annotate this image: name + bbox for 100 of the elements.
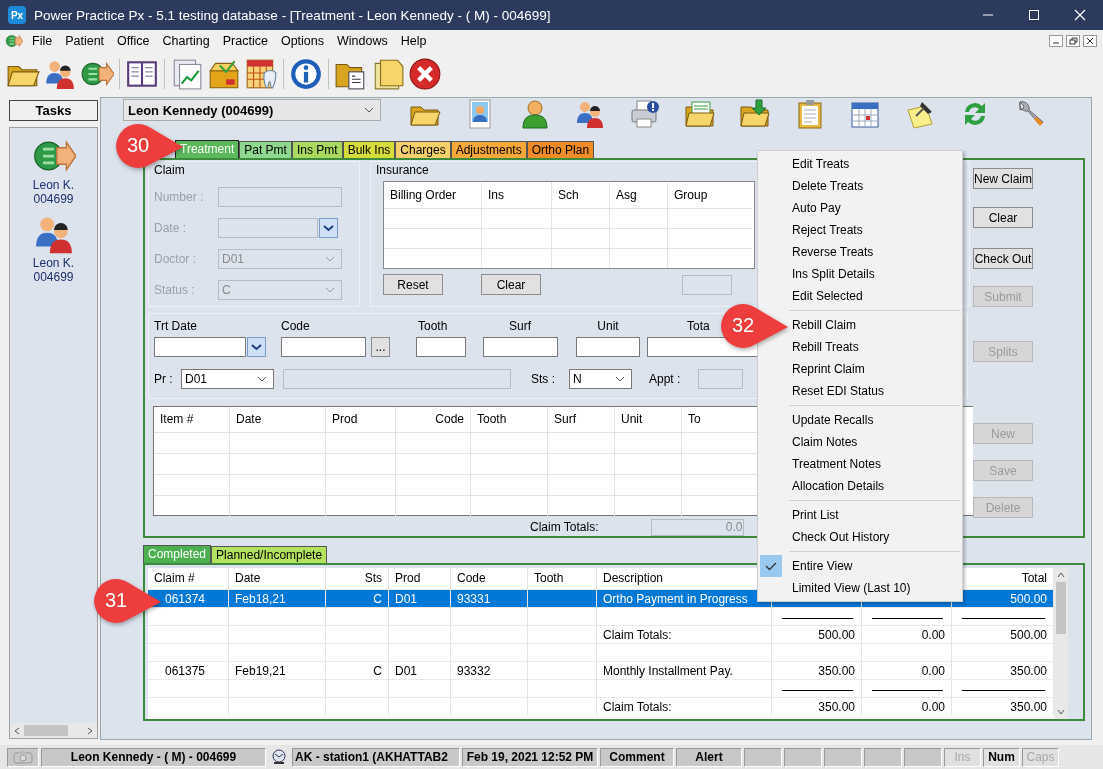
scroll-right-icon[interactable] <box>86 726 94 735</box>
menu-item[interactable]: Rebill Treats <box>792 340 859 354</box>
chart-calendar-icon[interactable] <box>244 57 278 91</box>
menu-item[interactable]: Patient <box>60 34 110 48</box>
horizontal-scrollbar[interactable] <box>10 723 97 738</box>
insurance-button[interactable]: Reset <box>383 274 443 295</box>
menu-item[interactable]: Practice <box>217 34 273 48</box>
field-label: Pr : <box>154 372 174 386</box>
action-button[interactable]: Check Out <box>973 248 1033 269</box>
table-cell <box>389 697 451 715</box>
close-icon[interactable] <box>1083 35 1097 47</box>
menu-item[interactable]: Edit Selected <box>792 289 863 303</box>
task-patient-number[interactable]: 004699 <box>33 192 74 206</box>
menu-item[interactable]: Reprint Claim <box>792 362 865 376</box>
group-title: Insurance <box>376 163 429 177</box>
info-icon[interactable] <box>289 57 323 91</box>
menu-item[interactable]: Reset EDI Status <box>792 384 885 398</box>
vertical-scrollbar[interactable] <box>1054 568 1068 719</box>
menu-item[interactable]: Entire View <box>792 559 853 573</box>
text-field[interactable] <box>576 337 640 357</box>
dropdown-button-icon[interactable] <box>247 337 266 357</box>
menu-item[interactable]: Charting <box>157 34 215 48</box>
key-indicator: Num <box>983 747 1020 767</box>
table-cell: D01 <box>389 661 451 679</box>
menu-item[interactable]: Limited View (Last 10) <box>792 581 911 595</box>
field-label: Date : <box>153 220 187 235</box>
menu-item[interactable]: Help <box>395 34 432 48</box>
table-cell <box>528 697 597 715</box>
claim-totals-label: Claim Totals: <box>530 520 599 534</box>
menu-item[interactable]: Delete Treats <box>792 179 864 193</box>
scroll-left-icon[interactable] <box>13 726 21 735</box>
menu-item[interactable]: Check Out History <box>792 530 890 544</box>
chevron-down-icon <box>364 107 374 113</box>
close-icon[interactable] <box>408 57 442 91</box>
table-cell <box>326 679 389 697</box>
station-status: AK - station1 (AKHATTAB2 <box>292 747 460 767</box>
menu-item[interactable]: Auto Pay <box>792 201 841 215</box>
tab[interactable]: Pat Pmt <box>239 141 292 158</box>
lookup-button[interactable]: ... <box>371 337 390 357</box>
menu-item[interactable]: Edit Treats <box>792 157 850 171</box>
folder-list-icon[interactable] <box>684 98 716 130</box>
printer-icon[interactable] <box>629 98 661 130</box>
column-header: Code <box>396 407 471 432</box>
menu-item[interactable]: Reject Treats <box>792 223 863 237</box>
date-field[interactable] <box>154 337 246 357</box>
menu-item[interactable]: Ins Split Details <box>792 267 875 281</box>
dropdown-button-icon[interactable] <box>319 217 338 238</box>
task-patient-name[interactable]: Leon K. <box>32 256 75 270</box>
menu-item[interactable]: Update Recalls <box>792 413 874 427</box>
patient-dropdown[interactable]: Leon Kennedy (004699) <box>123 99 381 121</box>
status-dropdown[interactable]: N <box>569 369 632 389</box>
menu-item[interactable]: File <box>27 34 58 48</box>
chevron-down-icon <box>257 376 267 382</box>
menu-item[interactable]: Office <box>112 34 155 48</box>
menu-item[interactable]: Print List <box>792 508 839 522</box>
menu-item[interactable]: Claim Notes <box>792 435 858 449</box>
menu-item[interactable]: Options <box>275 34 329 48</box>
tab[interactable]: Adjustments <box>450 141 527 158</box>
code-field[interactable] <box>281 337 366 357</box>
field-label: Tota <box>687 319 710 335</box>
table-cell <box>326 453 396 474</box>
tab[interactable]: Ins Pmt <box>291 141 343 158</box>
task-patient-number[interactable]: 004699 <box>33 270 74 284</box>
group-title: Claim <box>154 163 185 177</box>
tab[interactable]: Planned/Incomplete <box>211 546 328 563</box>
claim-totals-field: 0.0 <box>651 518 745 536</box>
menu-item[interactable]: Reverse Treats <box>792 245 874 259</box>
insurance-button[interactable]: Clear <box>481 274 541 295</box>
chevron-down-icon <box>615 376 625 382</box>
table-cell <box>528 661 597 679</box>
field-label: Number : <box>153 189 205 204</box>
table-cell <box>326 495 396 516</box>
restore-icon[interactable] <box>1066 35 1080 47</box>
menu-item[interactable]: Rebill Claim <box>792 318 856 332</box>
column-header: Sts <box>326 568 389 589</box>
tab[interactable]: Bulk Ins <box>342 141 396 158</box>
folder-download-icon[interactable] <box>739 98 771 130</box>
scroll-up-icon[interactable] <box>1057 571 1065 579</box>
menu-item[interactable]: Allocation Details <box>792 479 885 493</box>
column-header: Unit <box>615 407 682 432</box>
task-patient-name[interactable]: Leon K. <box>32 178 75 192</box>
coin-arrow-icon[interactable] <box>5 32 23 50</box>
text-field[interactable] <box>482 337 558 357</box>
scroll-down-icon[interactable] <box>1057 708 1065 716</box>
menu-item[interactable]: Treatment Notes <box>792 457 881 471</box>
field-label: Tooth <box>418 319 448 335</box>
column-header: Sch <box>552 182 610 208</box>
column-header: Surf <box>548 407 615 432</box>
menu-item[interactable]: Windows <box>332 34 393 48</box>
minimize-icon[interactable] <box>1049 35 1063 47</box>
text-field[interactable] <box>416 337 466 357</box>
table-cell: 0.00 <box>862 625 952 643</box>
provider-dropdown[interactable]: D01 <box>181 369 274 389</box>
tab[interactable]: Charges <box>395 141 451 158</box>
maximize-icon[interactable] <box>1028 9 1040 21</box>
action-button[interactable]: Clear <box>973 207 1033 228</box>
field-label: Code <box>281 319 310 335</box>
action-button[interactable]: New Claim <box>973 168 1033 189</box>
tab[interactable]: Ortho Plan <box>526 141 595 158</box>
person-icon[interactable] <box>519 98 551 130</box>
